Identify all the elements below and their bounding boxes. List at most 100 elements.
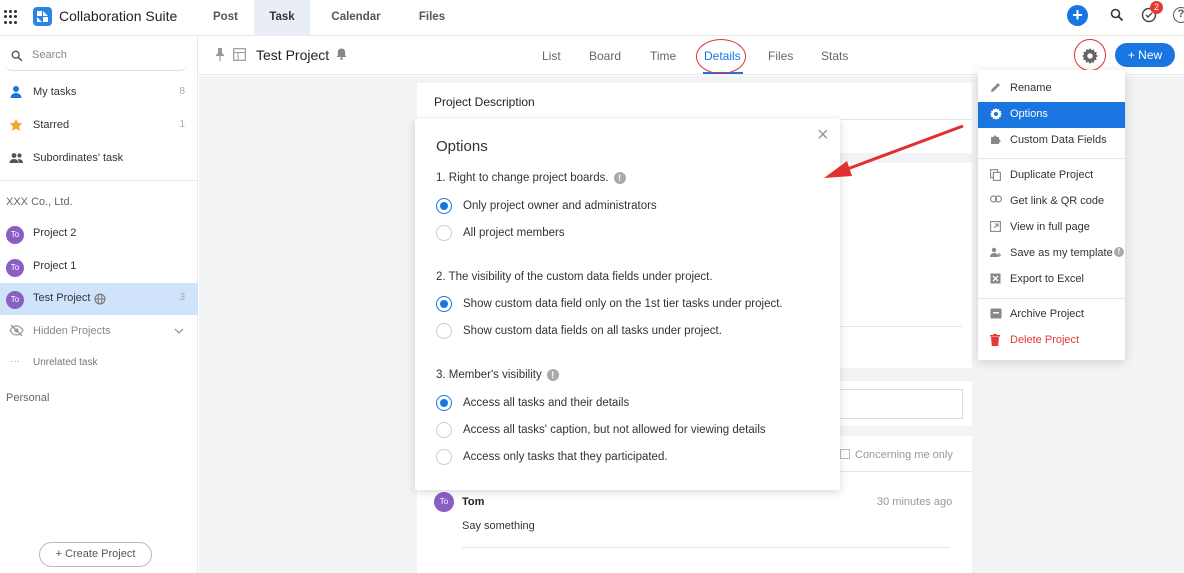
- sidebar-item-label: Subordinates' task: [33, 152, 124, 164]
- info-icon[interactable]: !: [1114, 247, 1124, 257]
- sidebar-item-count: 1: [179, 119, 185, 130]
- avatar: To: [434, 492, 454, 512]
- expand-icon: [990, 221, 1001, 232]
- template-icon: [990, 247, 1001, 257]
- menu-item-label: Delete Project: [1010, 334, 1080, 346]
- radio-selected[interactable]: [436, 395, 452, 411]
- sidebar-item-starred[interactable]: Starred 1: [0, 110, 198, 142]
- sidebar-project-1[interactable]: To Project 1: [0, 251, 198, 283]
- hidden-projects-label: Hidden Projects: [33, 325, 111, 337]
- sidebar: My tasks 8 Starred 1 Subordinates' task …: [0, 37, 198, 573]
- pencil-icon: [991, 83, 1000, 92]
- radio[interactable]: [436, 225, 452, 241]
- app-title: Collaboration Suite: [59, 8, 178, 24]
- menu-item-label: Custom Data Fields: [1010, 134, 1107, 146]
- top-tab-files[interactable]: Files: [402, 0, 462, 36]
- description-title: Project Description: [434, 95, 535, 109]
- tab-files[interactable]: Files: [768, 49, 793, 63]
- puzzle-icon: [991, 135, 1001, 144]
- gear-icon: [990, 108, 1002, 120]
- sidebar-divider: [0, 180, 198, 181]
- concerning-me-only-checkbox[interactable]: Concerning me only: [840, 449, 953, 461]
- help-icon[interactable]: ?: [1173, 7, 1184, 23]
- table-icon[interactable]: [233, 48, 246, 61]
- excel-icon: [990, 273, 1001, 284]
- option-label: Access all tasks and their details: [463, 397, 630, 409]
- question-1: 1. Right to change project boards.!: [436, 172, 626, 184]
- project-label: Project 1: [33, 260, 77, 272]
- avatar: To: [6, 291, 24, 309]
- settings-menu: Rename Options Custom Data Fields Duplic…: [978, 70, 1125, 360]
- radio-selected[interactable]: [436, 198, 452, 214]
- menu-item-get-link[interactable]: Get link & QR code: [978, 189, 1125, 215]
- new-button[interactable]: + New: [1115, 43, 1175, 67]
- search-input[interactable]: [32, 49, 172, 61]
- info-icon[interactable]: !: [613, 172, 626, 184]
- create-project-button[interactable]: + Create Project: [39, 542, 152, 567]
- sidebar-item-subordinates[interactable]: Subordinates' task: [0, 143, 198, 175]
- radio-selected[interactable]: [436, 296, 452, 312]
- tab-stats[interactable]: Stats: [821, 49, 848, 63]
- menu-item-archive[interactable]: Archive Project: [978, 302, 1125, 328]
- top-tab-calendar[interactable]: Calendar: [310, 0, 402, 36]
- sidebar-project-test[interactable]: To Test Project 3: [0, 283, 198, 315]
- menu-item-save-template[interactable]: Save as my template !: [978, 241, 1125, 267]
- menu-item-label: Rename: [1010, 82, 1052, 94]
- sidebar-search: [6, 43, 186, 71]
- question-3: 3. Member's visibility!: [436, 369, 559, 381]
- radio[interactable]: [436, 422, 452, 438]
- tab-list[interactable]: List: [542, 49, 561, 63]
- comment-time: 30 minutes ago: [877, 496, 953, 508]
- project-label: Test Project: [33, 292, 91, 304]
- option-label: Show custom data field only on the 1st t…: [463, 298, 783, 310]
- bell-icon[interactable]: [336, 48, 347, 60]
- menu-item-label: Options: [1010, 108, 1048, 120]
- menu-item-delete[interactable]: Delete Project: [978, 328, 1125, 354]
- chevron-down-icon[interactable]: [174, 328, 184, 335]
- menu-item-label: Duplicate Project: [1010, 169, 1094, 181]
- top-tab-post[interactable]: Post: [198, 0, 254, 36]
- star-icon: [9, 118, 23, 131]
- option-label: All project members: [463, 227, 565, 239]
- sidebar-project-2[interactable]: To Project 2: [0, 218, 198, 250]
- sidebar-item-count: 8: [179, 86, 185, 97]
- globe-icon: [94, 293, 106, 305]
- sidebar-item-label: My tasks: [33, 86, 77, 98]
- close-icon[interactable]: ×: [817, 124, 829, 147]
- divider: [462, 547, 950, 548]
- radio[interactable]: [436, 449, 452, 465]
- apps-grid-icon[interactable]: [4, 10, 18, 24]
- unrelated-task-label: Unrelated task: [33, 357, 98, 368]
- search-icon[interactable]: [1110, 8, 1124, 22]
- info-icon[interactable]: !: [546, 369, 559, 381]
- menu-item-export-excel[interactable]: Export to Excel: [978, 267, 1125, 293]
- pin-icon[interactable]: [215, 48, 225, 61]
- plus-icon[interactable]: +: [1067, 5, 1088, 26]
- project-count: 3: [179, 292, 185, 303]
- comment-author: Tom: [462, 496, 485, 508]
- notification-badge: 2: [1150, 1, 1163, 14]
- menu-item-options[interactable]: Options: [978, 102, 1125, 128]
- menu-item-duplicate[interactable]: Duplicate Project: [978, 163, 1125, 189]
- radio[interactable]: [436, 323, 452, 339]
- tab-time[interactable]: Time: [650, 49, 676, 63]
- option-label: Show custom data fields on all tasks und…: [463, 325, 722, 337]
- top-tab-task[interactable]: Task: [254, 0, 310, 36]
- tab-board[interactable]: Board: [589, 49, 621, 63]
- menu-item-rename[interactable]: Rename: [978, 76, 1125, 102]
- options-modal: Options × 1. Right to change project boa…: [415, 119, 840, 490]
- menu-item-label: Save as my template: [1010, 247, 1113, 259]
- menu-item-custom-data-fields[interactable]: Custom Data Fields: [978, 128, 1125, 154]
- menu-item-view-full-page[interactable]: View in full page: [978, 215, 1125, 241]
- app-logo: [33, 7, 52, 26]
- annotation-circle-gear: [1074, 39, 1106, 71]
- avatar: To: [6, 259, 24, 277]
- sidebar-unrelated-task[interactable]: ··· Unrelated task: [0, 348, 198, 380]
- comment-input[interactable]: [840, 389, 963, 419]
- eye-off-icon: [9, 324, 24, 337]
- sidebar-item-label: Starred: [33, 119, 70, 131]
- personal-label: Personal: [6, 392, 50, 404]
- sidebar-item-my-tasks[interactable]: My tasks 8: [0, 77, 198, 109]
- option-label: Access only tasks that they participated…: [463, 451, 668, 463]
- sidebar-hidden-projects[interactable]: Hidden Projects: [0, 316, 198, 348]
